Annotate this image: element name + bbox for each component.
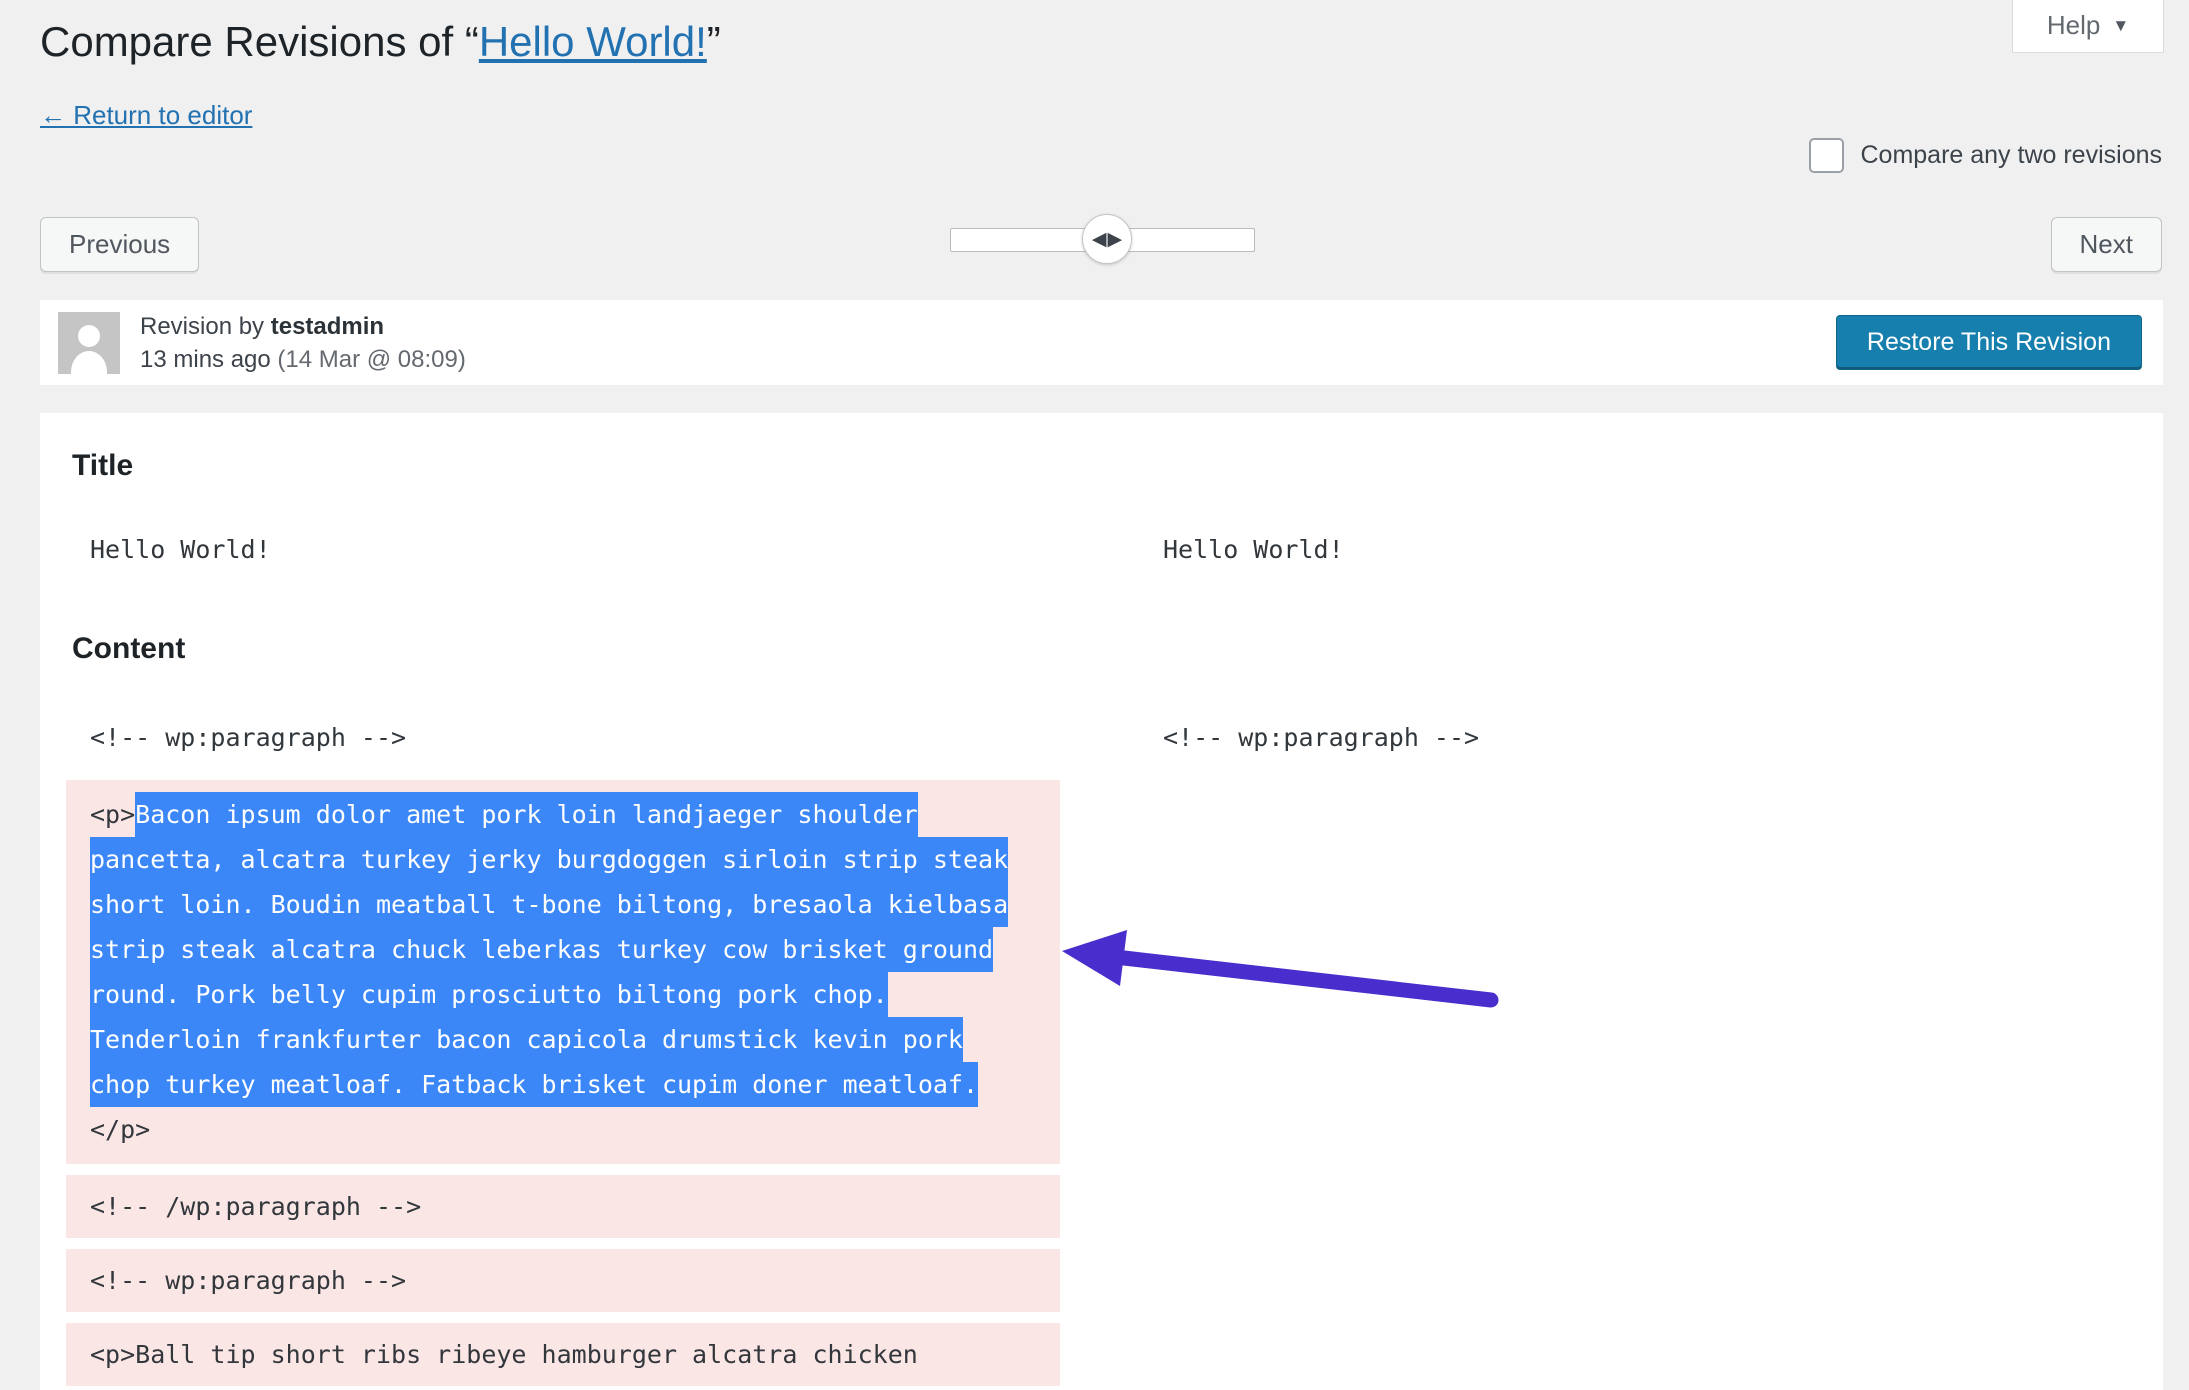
- title-diff-row: Hello World! Hello World!: [66, 511, 2137, 588]
- title-old-value: Hello World!: [90, 535, 271, 564]
- compare-two-revisions-toggle[interactable]: Compare any two revisions: [1809, 138, 2162, 173]
- compare-checkbox[interactable]: [1809, 138, 1845, 173]
- compare-checkbox-label: Compare any two revisions: [1860, 141, 2162, 169]
- revision-time-ago: 13 mins ago: [140, 345, 271, 373]
- removed-paragraph-block: <p>Bacon ipsum dolor amet pork loin land…: [66, 780, 1060, 1164]
- byline-prefix: Revision by: [140, 312, 271, 340]
- avatar: [58, 311, 120, 374]
- slider-right-arrow-icon: ▶: [1107, 228, 1123, 250]
- p-close-tag: </p>: [90, 1115, 151, 1144]
- removed-line: <!-- wp:paragraph -->: [66, 1249, 1060, 1312]
- next-button[interactable]: Next: [2050, 217, 2162, 272]
- removed-line: <!-- /wp:paragraph -->: [66, 1175, 1060, 1238]
- content-section-heading: Content: [72, 632, 186, 665]
- compare-revisions-page: Help ▼ Compare Revisions of “Hello World…: [0, 0, 2189, 1390]
- revision-author: testadmin: [270, 312, 385, 340]
- diff-new-column: <!-- wp:paragraph -->: [1139, 706, 2137, 1390]
- page-title: Compare Revisions of “Hello World!”: [40, 18, 721, 66]
- revision-meta-bar: Revision by testadmin 13 mins ago (14 Ma…: [40, 300, 2163, 385]
- previous-button[interactable]: Previous: [40, 217, 200, 272]
- help-dropdown[interactable]: Help ▼: [2012, 0, 2164, 53]
- slider-handle[interactable]: ◀ ▶: [1082, 214, 1132, 264]
- revision-byline: Revision by testadmin 13 mins ago (14 Ma…: [140, 310, 466, 376]
- unchanged-open-comment: <!-- wp:paragraph -->: [90, 723, 407, 752]
- diff-old-column: <!-- wp:paragraph --> <p>Bacon ipsum dol…: [66, 706, 1060, 1390]
- help-label: Help: [2046, 10, 2101, 40]
- page-title-prefix: Compare Revisions of “: [40, 18, 479, 65]
- chevron-down-icon: ▼: [2112, 15, 2130, 35]
- content-diff-row: <!-- wp:paragraph --> <p>Bacon ipsum dol…: [66, 706, 2137, 1390]
- page-title-suffix: ”: [706, 18, 721, 65]
- removed-line: <p>Ball tip short ribs ribeye hamburger …: [66, 1323, 1060, 1386]
- return-to-editor-link[interactable]: ← Return to editor: [40, 100, 252, 131]
- restore-this-revision-button[interactable]: Restore This Revision: [1835, 315, 2142, 370]
- p-open-tag: <p>: [90, 800, 136, 829]
- title-section-heading: Title: [72, 449, 134, 482]
- selected-text: Bacon ipsum dolor amet pork loin landjae…: [90, 792, 1009, 1107]
- unchanged-open-comment: <!-- wp:paragraph -->: [1163, 723, 1480, 752]
- revision-slider[interactable]: ◀ ▶: [950, 214, 1255, 264]
- slider-left-arrow-icon: ◀: [1091, 228, 1107, 250]
- title-new-value: Hello World!: [1163, 535, 1344, 564]
- post-title-link[interactable]: Hello World!: [479, 18, 707, 65]
- revision-timestamp: (14 Mar @ 08:09): [277, 345, 466, 373]
- revision-diff-panel: Title Hello World! Hello World! Content …: [40, 413, 2163, 1390]
